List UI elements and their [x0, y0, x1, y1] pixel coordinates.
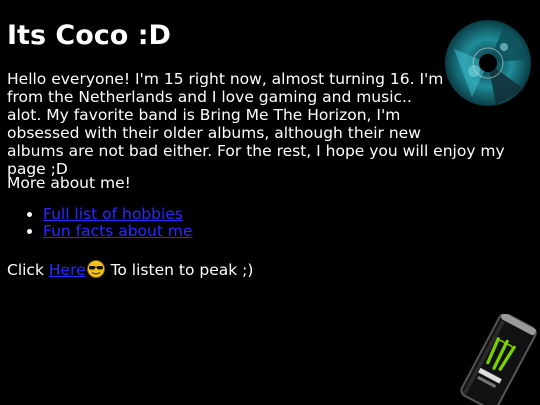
listen-prefix: Click — [7, 261, 49, 279]
links-list: Full list of hobbies Fun facts about me — [22, 206, 192, 240]
page-title: Its Coco :D — [7, 20, 171, 51]
intro-paragraph: Hello everyone! I'm 15 right now, almost… — [7, 70, 535, 178]
more-about-heading: More about me! — [7, 174, 131, 192]
listen-here-link[interactable]: Here — [49, 261, 86, 279]
sunglasses-smiley-icon — [86, 260, 105, 278]
hobbies-link[interactable]: Full list of hobbies — [43, 205, 183, 223]
listen-line: Click Here To listen to peak ;) — [7, 258, 253, 279]
list-item: Fun facts about me — [43, 223, 192, 240]
list-item: Full list of hobbies — [43, 206, 192, 223]
intro-text: Hello everyone! I'm 15 right now, almost… — [7, 70, 505, 178]
page: Its Coco :D Hello everyone! I'm 15 right… — [0, 0, 540, 405]
cd-float-spacer — [447, 70, 535, 126]
fun-facts-link[interactable]: Fun facts about me — [43, 222, 192, 240]
listen-suffix: To listen to peak ;) — [105, 261, 254, 279]
energy-drink-can-image — [460, 314, 537, 405]
